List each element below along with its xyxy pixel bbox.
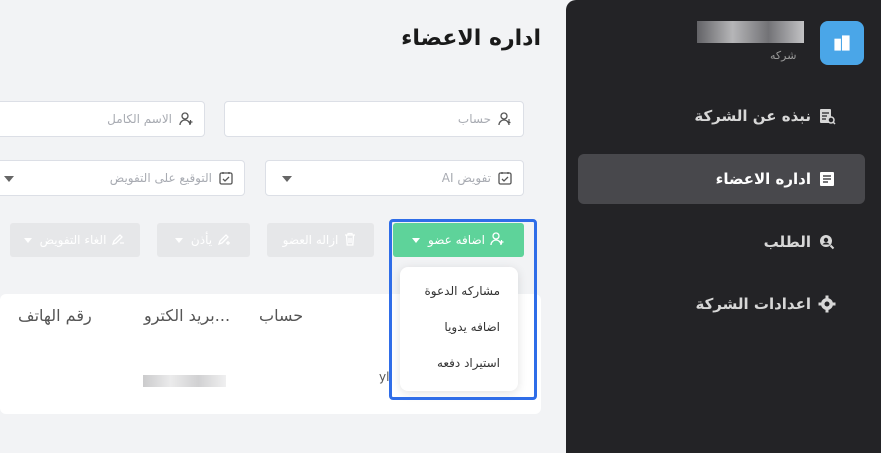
cancel-auth-label: الغاء التفويض (39, 233, 107, 247)
sidebar-item-label: الطلب (763, 233, 811, 251)
sidebar-item-label: اعدادات الشركة (695, 295, 811, 313)
ai-auth-placeholder: تفويض AI (441, 171, 491, 185)
page-title: اداره الاعضاء (401, 26, 541, 51)
company-info-icon (817, 106, 837, 126)
fullname-input[interactable]: الاسم الكامل (0, 101, 205, 137)
allow-label: يأذن (190, 233, 213, 247)
remove-member-button[interactable]: ازاله العضو (267, 223, 374, 257)
redacted-email (143, 375, 226, 387)
main-content: اداره الاعضاء حساب الاسم الكامل تفويض AI… (0, 0, 566, 453)
table-header-account: حساب (259, 306, 304, 325)
chevron-down-icon (4, 176, 14, 182)
allow-button[interactable]: يأذن (157, 223, 250, 257)
trash-icon (342, 231, 358, 250)
sidebar-item-company-info[interactable]: نبذه عن الشركة (694, 106, 837, 126)
company-label: شركه (770, 49, 797, 62)
cancel-auth-button[interactable]: الغاء التفويض (10, 223, 140, 257)
ai-auth-select[interactable]: تفويض AI (265, 160, 524, 196)
sidebar-item-label: نبذه عن الشركة (694, 107, 811, 125)
account-input[interactable]: حساب (224, 101, 524, 137)
user-icon (497, 111, 513, 127)
pen-add-icon (216, 231, 232, 250)
highlight-box (389, 219, 537, 400)
request-icon (817, 232, 837, 252)
sidebar-item-label: اداره الاعضاء (715, 170, 811, 188)
chevron-down-icon (282, 176, 292, 182)
user-add-icon (178, 111, 194, 127)
gear-icon (817, 294, 837, 314)
account-placeholder: حساب (457, 112, 491, 126)
sign-auth-select[interactable]: التوقيع على التفويض (0, 160, 245, 196)
checkbox-calendar-icon (497, 170, 513, 186)
checkbox-calendar-icon (218, 170, 234, 186)
chevron-down-icon (174, 237, 183, 243)
pen-remove-icon (110, 231, 126, 250)
chevron-down-icon (23, 237, 32, 243)
redacted-company-name (697, 21, 804, 43)
sidebar-item-members[interactable]: اداره الاعضاء (716, 169, 837, 189)
sidebar (566, 0, 881, 453)
fullname-placeholder: الاسم الكامل (107, 112, 172, 126)
remove-member-label: ازاله العضو (282, 233, 339, 247)
company-logo (820, 21, 864, 65)
sidebar-item-request[interactable]: الطلب (764, 232, 837, 252)
building-icon (834, 35, 850, 51)
sidebar-item-company-settings[interactable]: اعدادات الشركة (695, 294, 837, 314)
table-header-phone: رقم الهاتف (18, 306, 92, 325)
members-icon (817, 169, 837, 189)
sign-auth-placeholder: التوقيع على التفويض (109, 171, 212, 185)
table-header-email: بريد الكترو... (144, 306, 231, 325)
